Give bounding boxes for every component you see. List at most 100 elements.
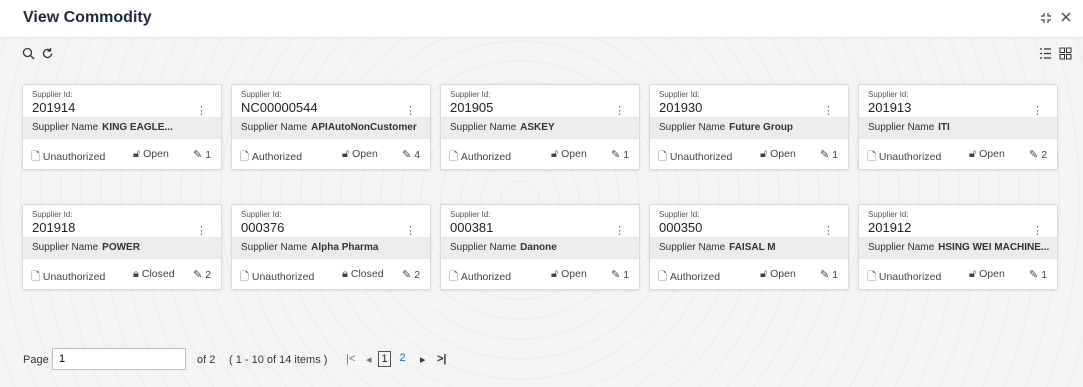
- supplier-id-label: Supplier Id:: [450, 210, 491, 219]
- status-row: 🗋 Unauthorized 🔓︎ Open ✎ 2: [859, 139, 1057, 169]
- status-row: 🗋 Unauthorized 🔓︎ Open ✎ 1: [23, 139, 221, 169]
- page-label: Page: [23, 354, 49, 366]
- supplier-id-label: Supplier Id:: [32, 210, 73, 219]
- status-row: 🗋 Unauthorized 🔒︎ Closed ✎ 2: [232, 259, 430, 289]
- lock-status: 🔒︎ Closed: [133, 268, 175, 281]
- supplier-name-row: Supplier Name ASKEY: [441, 117, 639, 139]
- page-number-input[interactable]: [52, 348, 186, 370]
- document-icon: 🗋: [449, 151, 458, 163]
- next-page-icon[interactable]: ▸: [420, 353, 426, 366]
- collapse-icon[interactable]: [1040, 11, 1052, 27]
- supplier-id-value: 201913: [868, 100, 912, 115]
- lock-icon: 🔓︎: [969, 268, 977, 280]
- kebab-menu-icon[interactable]: ⋮: [614, 104, 625, 117]
- document-icon: 🗋: [449, 271, 458, 283]
- supplier-id-label: Supplier Id:: [868, 210, 909, 219]
- supplier-id-label: Supplier Id:: [32, 90, 73, 99]
- kebab-menu-icon[interactable]: ⋮: [1032, 224, 1043, 237]
- search-icon[interactable]: [22, 47, 35, 63]
- edit-icon: ✎: [820, 149, 830, 161]
- modification-count: ✎ 1: [1029, 268, 1047, 281]
- status-row: 🗋 Authorized 🔓︎ Open ✎ 1: [650, 259, 848, 289]
- first-page-icon[interactable]: |<: [346, 353, 355, 365]
- status-row: 🗋 Authorized 🔓︎ Open ✎ 1: [441, 139, 639, 169]
- kebab-menu-icon[interactable]: ⋮: [196, 104, 207, 117]
- modification-count-text: 1: [832, 269, 839, 281]
- grid-view-icon[interactable]: [1059, 47, 1072, 63]
- kebab-menu-icon[interactable]: ⋮: [823, 224, 834, 237]
- supplier-id-label: Supplier Id:: [868, 90, 909, 99]
- close-icon[interactable]: [1060, 10, 1072, 26]
- supplier-id-value: 201918: [32, 220, 76, 235]
- commodity-card[interactable]: Supplier Id: NC00000544 ⋮ Supplier Name A…: [231, 84, 431, 170]
- kebab-menu-icon[interactable]: ⋮: [614, 224, 625, 237]
- modification-count-text: 1: [623, 149, 630, 161]
- commodity-card[interactable]: Supplier Id: 201930 ⋮ Supplier Name Futur…: [649, 84, 849, 170]
- lock-status: 🔓︎ Open: [133, 148, 169, 161]
- modification-count-text: 1: [832, 149, 839, 161]
- supplier-id-value: 201912: [868, 220, 912, 235]
- last-page-icon[interactable]: >|: [437, 353, 447, 365]
- edit-icon: ✎: [402, 269, 412, 281]
- supplier-name-label: Supplier Name: [450, 242, 517, 253]
- page-total: of 2: [197, 354, 216, 366]
- commodity-card[interactable]: Supplier Id: 201912 ⋮ Supplier Name HSING…: [858, 204, 1058, 290]
- kebab-menu-icon[interactable]: ⋮: [405, 224, 416, 237]
- modification-count: ✎ 1: [193, 148, 211, 161]
- lock-status-text: Open: [143, 148, 169, 160]
- kebab-menu-icon[interactable]: ⋮: [405, 104, 416, 117]
- edit-icon: ✎: [611, 149, 621, 161]
- commodity-card[interactable]: Supplier Id: 201905 ⋮ Supplier Name ASKEY…: [440, 84, 640, 170]
- page-button-1[interactable]: 1: [378, 351, 391, 367]
- auth-status: 🗋 Unauthorized: [867, 268, 941, 287]
- kebab-menu-icon[interactable]: ⋮: [196, 224, 207, 237]
- supplier-name-value: POWER: [102, 242, 140, 253]
- auth-status: 🗋 Authorized: [240, 148, 302, 167]
- commodity-card[interactable]: Supplier Id: 000376 ⋮ Supplier Name Alpha…: [231, 204, 431, 290]
- status-row: 🗋 Authorized 🔓︎ Open ✎ 1: [441, 259, 639, 289]
- commodity-card[interactable]: Supplier Id: 201914 ⋮ Supplier Name KING …: [22, 84, 222, 170]
- pagination-bar: Page of 2 ( 1 - 10 of 14 items ) |< ◂ 1 …: [0, 345, 1083, 375]
- lock-icon: 🔒︎: [342, 268, 348, 280]
- lock-status-text: Closed: [350, 268, 384, 280]
- commodity-card[interactable]: Supplier Id: 000381 ⋮ Supplier Name Danon…: [440, 204, 640, 290]
- modification-count: ✎ 1: [611, 148, 629, 161]
- supplier-name-row: Supplier Name FAISAL M: [650, 237, 848, 259]
- lock-icon: 🔒︎: [133, 268, 139, 280]
- lock-status-text: Open: [979, 148, 1005, 160]
- kebab-menu-icon[interactable]: ⋮: [823, 104, 834, 117]
- supplier-name-value: KING EAGLE...: [102, 122, 173, 133]
- previous-page-icon[interactable]: ◂: [366, 353, 372, 366]
- edit-icon: ✎: [1029, 149, 1039, 161]
- auth-status-text: Unauthorized: [878, 151, 942, 163]
- supplier-name-row: Supplier Name Danone: [441, 237, 639, 259]
- modification-count: ✎ 2: [402, 268, 420, 281]
- page-button-2[interactable]: 2: [396, 351, 409, 367]
- lock-status-text: Open: [561, 148, 587, 160]
- supplier-name-label: Supplier Name: [868, 242, 935, 253]
- kebab-menu-icon[interactable]: ⋮: [1032, 104, 1043, 117]
- lock-icon: 🔓︎: [342, 148, 350, 160]
- supplier-name-label: Supplier Name: [659, 242, 726, 253]
- modification-count: ✎ 1: [820, 268, 838, 281]
- supplier-id-value: NC00000544: [241, 100, 318, 115]
- lock-status: 🔓︎ Open: [760, 148, 796, 161]
- auth-status: 🗋 Authorized: [658, 268, 720, 287]
- lock-status-text: Open: [352, 148, 378, 160]
- refresh-icon[interactable]: [41, 47, 54, 63]
- supplier-name-label: Supplier Name: [241, 242, 308, 253]
- supplier-id-label: Supplier Id:: [241, 210, 282, 219]
- modification-count-text: 2: [205, 269, 212, 281]
- commodity-card[interactable]: Supplier Id: 201913 ⋮ Supplier Name ITI 🗋…: [858, 84, 1058, 170]
- list-view-icon[interactable]: [1039, 47, 1052, 63]
- window-header: View Commodity: [0, 0, 1083, 38]
- document-icon: 🗋: [31, 151, 40, 163]
- commodity-card[interactable]: Supplier Id: 201918 ⋮ Supplier Name POWER…: [22, 204, 222, 290]
- commodity-card[interactable]: Supplier Id: 000350 ⋮ Supplier Name FAISA…: [649, 204, 849, 290]
- lock-icon: 🔓︎: [969, 148, 977, 160]
- auth-status: 🗋 Authorized: [449, 268, 511, 287]
- supplier-name-row: Supplier Name Alpha Pharma: [232, 237, 430, 259]
- auth-status: 🗋 Unauthorized: [31, 148, 105, 167]
- edit-icon: ✎: [193, 269, 203, 281]
- supplier-name-label: Supplier Name: [450, 122, 517, 133]
